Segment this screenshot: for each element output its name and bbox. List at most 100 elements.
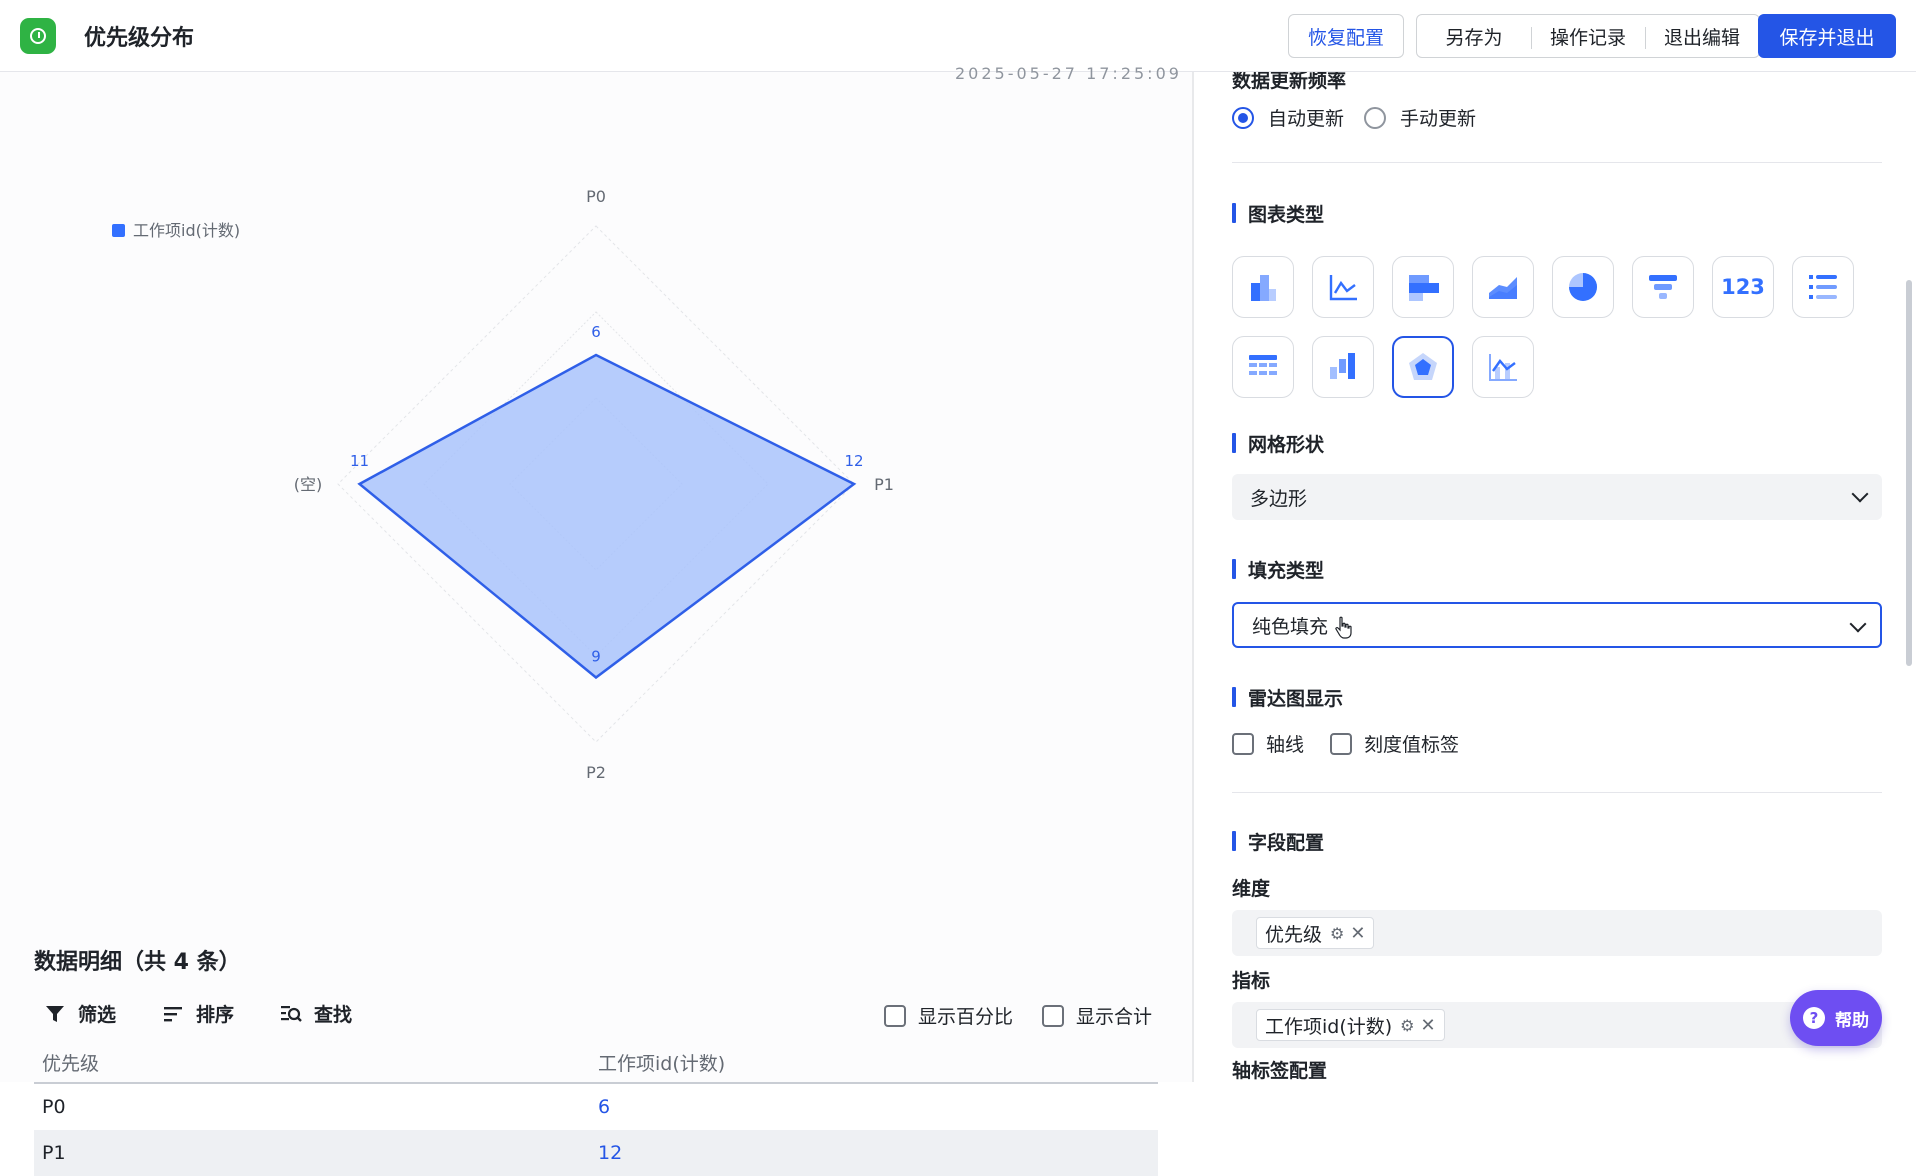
radar-axis-label: P1	[874, 475, 894, 494]
radar-axis-label: (空)	[294, 475, 323, 494]
column-header[interactable]: 优先级	[34, 1049, 598, 1076]
show-percent-checkbox[interactable]: 显示百分比	[884, 1002, 1013, 1029]
chart-type-funnel[interactable]	[1632, 256, 1694, 318]
chart-type-horizontal-bar[interactable]	[1392, 256, 1454, 318]
close-icon[interactable]: ✕	[1350, 923, 1365, 944]
restore-config-button[interactable]: 恢复配置	[1288, 14, 1404, 58]
radar-series: 6 12 9 11	[350, 323, 864, 680]
chart-type-pie[interactable]	[1552, 256, 1614, 318]
find-button[interactable]: 查找	[280, 1000, 352, 1027]
table-header: 优先级 工作项id(计数)	[34, 1042, 1158, 1084]
tick-label-checkbox[interactable]: 刻度值标签	[1330, 730, 1459, 757]
top-header: 优先级分布 恢复配置 另存为 操作记录 退出编辑 保存并退出	[0, 0, 1916, 72]
chart-type-combo[interactable]	[1472, 336, 1534, 398]
filter-button[interactable]: 筛选	[44, 1000, 116, 1027]
metric-field-box[interactable]: 工作项id(计数) ⚙ ✕	[1232, 1002, 1882, 1048]
exit-edit-button[interactable]: 退出编辑	[1645, 23, 1759, 50]
table-row[interactable]: P1 12	[34, 1130, 1158, 1176]
close-icon[interactable]: ✕	[1421, 1015, 1436, 1036]
table-cell[interactable]: 6	[598, 1096, 610, 1118]
radar-display-title: 雷达图显示	[1232, 684, 1343, 711]
field-config-title: 字段配置	[1232, 828, 1324, 855]
table-chart-icon	[1249, 355, 1277, 375]
manual-update-label: 手动更新	[1400, 108, 1477, 130]
grid-shape-value: 多边形	[1250, 487, 1308, 510]
metric-tag[interactable]: 工作项id(计数) ⚙ ✕	[1256, 1009, 1445, 1041]
axis-line-checkbox[interactable]: 轴线	[1232, 730, 1304, 757]
radar-series-area[interactable]	[357, 353, 857, 680]
app-logo-icon	[20, 18, 56, 54]
axis-label-config-title: 轴标签配置	[1232, 1060, 1328, 1082]
chart-type-waterfall[interactable]	[1312, 336, 1374, 398]
table-cell[interactable]: 12	[598, 1142, 622, 1164]
find-icon	[280, 1003, 302, 1025]
config-panel: 数据更新频率 自动更新 手动更新 图表类型 123 网格形状 多边形 填充类型 …	[1194, 72, 1916, 1082]
show-total-checkbox[interactable]: 显示合计	[1042, 1002, 1152, 1029]
fill-type-select[interactable]: 纯色填充	[1232, 602, 1882, 648]
dimension-field-box[interactable]: 优先级 ⚙ ✕	[1232, 910, 1882, 956]
chart-type-radar[interactable]	[1392, 336, 1454, 398]
data-detail-title: 数据明细（共 4 条）	[34, 950, 241, 975]
dimension-label: 维度	[1232, 878, 1271, 900]
history-button[interactable]: 操作记录	[1531, 23, 1645, 50]
chart-type-list[interactable]	[1792, 256, 1854, 318]
filter-label: 筛选	[78, 1004, 117, 1026]
section-divider	[1232, 162, 1882, 163]
save-as-button[interactable]: 另存为	[1417, 23, 1531, 50]
update-frequency-label: 数据更新频率	[1232, 72, 1347, 92]
chevron-down-icon	[1851, 485, 1869, 503]
find-label: 查找	[314, 1004, 353, 1026]
horizontal-bar-icon	[1409, 275, 1439, 301]
dimension-tag[interactable]: 优先级 ⚙ ✕	[1256, 917, 1375, 949]
radar-data-label: 11	[350, 452, 369, 470]
axis-line-label: 轴线	[1266, 734, 1305, 756]
legend-label: 工作项id(计数)	[133, 221, 240, 240]
help-button[interactable]: ? 帮助	[1790, 990, 1882, 1046]
metric-label: 指标	[1232, 970, 1271, 992]
combo-chart-icon	[1489, 354, 1517, 381]
help-label: 帮助	[1835, 1010, 1869, 1031]
grid-shape-select[interactable]: 多边形	[1232, 474, 1882, 520]
action-button-group: 另存为 操作记录 退出编辑	[1416, 14, 1760, 58]
pie-chart-icon	[1569, 273, 1597, 301]
chart-area: 2025-05-27 17:25:09 P0 P1 P2 (空) 6 12 9 11 工作项…	[0, 64, 1192, 1176]
chart-type-bar[interactable]	[1232, 256, 1294, 318]
section-divider	[1232, 792, 1882, 793]
radar-data-label: 6	[591, 323, 601, 341]
chart-legend[interactable]: 工作项id(计数)	[112, 221, 240, 240]
funnel-chart-icon	[1649, 275, 1677, 299]
chart-type-table[interactable]	[1232, 336, 1294, 398]
gear-icon[interactable]: ⚙	[1330, 924, 1344, 943]
number-card-icon: 123	[1721, 275, 1765, 299]
save-and-exit-button[interactable]: 保存并退出	[1758, 14, 1896, 58]
list-chart-icon	[1809, 275, 1837, 299]
line-chart-icon	[1329, 275, 1357, 301]
auto-update-label: 自动更新	[1268, 108, 1345, 130]
fill-type-title: 填充类型	[1232, 556, 1324, 583]
question-icon: ?	[1803, 1007, 1825, 1029]
column-header[interactable]: 工作项id(计数)	[598, 1049, 725, 1076]
bar-chart-icon	[1251, 275, 1276, 301]
grid-shape-title: 网格形状	[1232, 430, 1324, 457]
chevron-down-icon	[1849, 615, 1867, 633]
show-percent-label: 显示百分比	[918, 1006, 1014, 1028]
chart-type-number[interactable]: 123	[1712, 256, 1774, 318]
area-chart-icon	[1489, 277, 1517, 299]
chart-type-area[interactable]	[1472, 256, 1534, 318]
manual-update-radio[interactable]: 手动更新	[1364, 104, 1476, 131]
sort-button[interactable]: 排序	[162, 1000, 234, 1027]
radar-axis-label: P0	[586, 187, 606, 206]
radar-axis-label: P2	[586, 763, 606, 782]
table-row[interactable]: P0 6	[34, 1084, 1158, 1130]
gear-icon[interactable]: ⚙	[1400, 1016, 1414, 1035]
tick-label-label: 刻度值标签	[1364, 734, 1460, 756]
filter-icon	[44, 1003, 66, 1025]
panel-scrollbar[interactable]	[1906, 280, 1912, 666]
sort-label: 排序	[196, 1004, 235, 1026]
auto-update-radio[interactable]: 自动更新	[1232, 104, 1344, 131]
table-cell: P1	[42, 1142, 66, 1164]
sort-icon	[162, 1003, 184, 1025]
page-title: 优先级分布	[84, 26, 195, 51]
radar-data-label: 9	[591, 648, 601, 666]
chart-type-line[interactable]	[1312, 256, 1374, 318]
